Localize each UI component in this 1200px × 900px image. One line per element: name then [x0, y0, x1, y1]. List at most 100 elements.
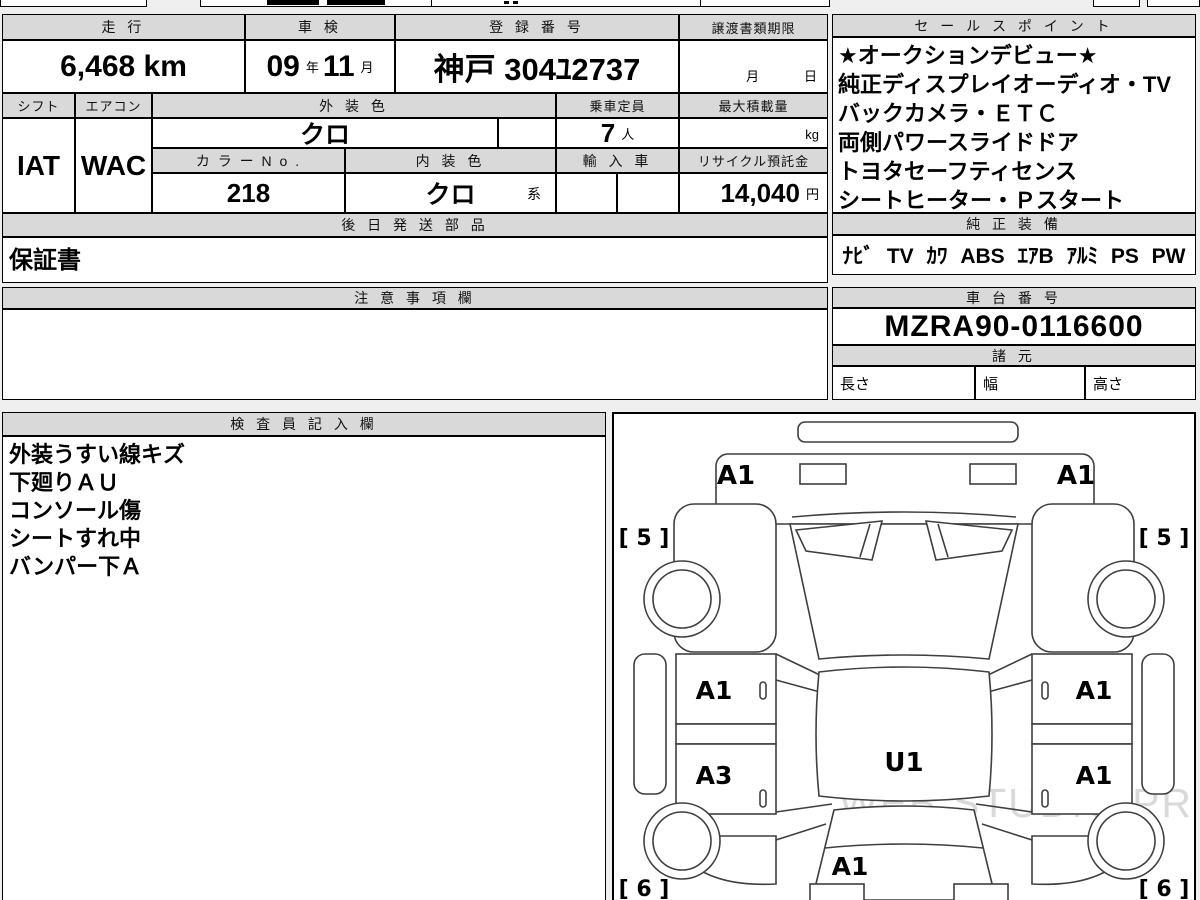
later-parts-header: 後 日 発 送 部 品	[2, 213, 828, 237]
tire-grade-front-right: [ 5 ]	[1139, 526, 1190, 551]
door-handle-front-right	[1041, 681, 1049, 700]
clipped-cell	[431, 0, 701, 7]
clipped-cell	[200, 0, 432, 7]
color-no-header: カ ラ ー N o .	[152, 148, 345, 173]
max-load-header: 最大積載量	[679, 93, 828, 118]
aircon-header-label: エアコン	[85, 99, 142, 114]
max-load-value: kg	[679, 118, 828, 148]
tire-grade-rear-right: [ 6 ]	[1139, 877, 1190, 900]
inspection-header: 車 検	[245, 14, 395, 40]
spec-length-cell: 長さ	[832, 366, 975, 400]
interior-color-value: クロ 系	[345, 173, 556, 213]
import-car-header-label: 輸 入 車	[582, 152, 653, 169]
rear-bumper-left	[809, 883, 865, 900]
inspector-note-line: バンパー下Ａ	[9, 554, 143, 579]
mileage-text: 6,468 km	[60, 49, 187, 83]
exterior-color-text: クロ	[299, 121, 350, 148]
transfer-deadline-header-label: 譲渡書類期限	[711, 20, 796, 36]
inspector-note-line: コンソール傷	[9, 498, 142, 523]
damage-label-door-rear-left: A3	[696, 761, 733, 790]
car-top-view-diagram: A1 A1 [ 5 ] [ 5 ] A1 A1 A3 A1 U1 A1 [ 6 …	[619, 421, 1190, 900]
transfer-month-unit: 月	[745, 69, 759, 84]
specs-header: 諸 元	[832, 345, 1196, 366]
door-handle-rear-right	[1041, 789, 1049, 808]
import-car-header: 輸 入 車	[556, 148, 679, 173]
clipped-text-fragment	[504, 1, 509, 4]
caution-header: 注 意 事 項 欄	[2, 287, 828, 309]
spec-height-cell: 高さ	[1085, 366, 1196, 400]
side-rail-left	[633, 653, 667, 795]
registration-value: 神戸 304ﾕ2737	[395, 40, 679, 93]
interior-color-suffix: 系	[527, 186, 541, 202]
rear-bumper-right	[953, 883, 1009, 900]
inspector-note-line: 外装うすい線キズ	[9, 442, 186, 467]
spec-height-label: 高さ	[1093, 375, 1124, 393]
inspector-note-line: 下廻りＡＵ	[9, 470, 120, 495]
inspection-month-unit: 月	[360, 60, 374, 75]
damage-label-front-left: A1	[717, 461, 755, 491]
equipment-body: ﾅﾋﾞ TV ｶﾜ ABS ｴｱB ｱﾙﾐ PS PW	[832, 235, 1196, 275]
door-belt-right	[1031, 723, 1133, 745]
interior-color-header: 内 装 色	[345, 148, 556, 173]
clipped-cell	[1093, 0, 1140, 7]
clipped-cell	[700, 0, 830, 7]
door-handle-rear-left	[759, 789, 767, 808]
capacity-value: 7 人	[556, 118, 679, 148]
roof-panel	[815, 666, 993, 802]
inspection-year: 09	[266, 49, 300, 83]
damage-label-door-front-left: A1	[696, 676, 733, 705]
damage-label-front-right: A1	[1057, 461, 1095, 491]
clipped-cell	[0, 0, 147, 7]
caution-header-label: 注 意 事 項 欄	[354, 290, 476, 306]
caution-body	[2, 309, 828, 400]
wheel-rear-left-inner	[652, 811, 712, 871]
mileage-value: 6,468 km	[2, 40, 245, 93]
exterior-color-value: クロ	[152, 118, 498, 148]
door-belt-left	[675, 723, 777, 745]
aircon-text: WAC	[80, 149, 147, 181]
spec-width-label: 幅	[983, 375, 999, 393]
tire-grade-rear-left: [ 6 ]	[619, 877, 670, 900]
damage-label-rear-gate: A1	[832, 852, 869, 881]
clipped-text-fragment	[267, 0, 319, 5]
registration-header-label: 登 録 番 号	[489, 19, 585, 35]
chassis-text: MZRA90-0116600	[884, 309, 1144, 343]
exterior-color-header-label: 外 装 色	[319, 97, 389, 114]
auction-sheet: 走 行 車 検 登 録 番 号 譲渡書類期限 6,468 km 09 年 11 …	[0, 0, 1200, 900]
capacity-header-label: 乗車定員	[589, 99, 646, 114]
recycle-fee-header-label: リサイクル預託金	[697, 154, 810, 169]
shift-value: IAT	[2, 118, 75, 213]
damage-label-door-rear-right: A1	[1076, 761, 1113, 790]
sales-point-line: 純正ディスプレイオーディオ・TV	[838, 72, 1172, 97]
spec-length-label: 長さ	[840, 375, 871, 393]
inspection-year-unit: 年	[305, 60, 319, 75]
transfer-day-unit: 日	[803, 69, 817, 84]
clipped-cell	[1147, 0, 1200, 7]
chassis-value: MZRA90-0116600	[832, 308, 1196, 345]
clipped-text-fragment	[327, 0, 385, 5]
clipped-text-fragment	[513, 1, 518, 4]
transfer-deadline-header: 譲渡書類期限	[679, 14, 828, 40]
inspector-note-line: シートすれ中	[9, 526, 142, 551]
sales-point-line: バックカメラ・ＥＴＣ	[838, 101, 1059, 126]
inspection-value: 09 年 11 月	[245, 40, 395, 93]
door-handle-front-left	[759, 681, 767, 700]
shift-header: シフト	[2, 93, 75, 118]
front-bumper	[797, 421, 1019, 443]
damage-label-door-front-right: A1	[1076, 676, 1113, 705]
max-load-unit: kg	[805, 127, 819, 142]
color-no-value: 218	[152, 173, 345, 213]
sales-points-header: セ ー ル ス ポ イ ン ト	[832, 14, 1196, 37]
inspector-header: 検 査 員 記 入 欄	[2, 412, 606, 436]
chassis-header: 車 台 番 号	[832, 287, 1196, 308]
exterior-color-header: 外 装 色	[152, 93, 556, 118]
recycle-fee-unit: 円	[805, 186, 819, 202]
capacity-unit: 人	[621, 126, 635, 142]
inspection-header-label: 車 検	[298, 19, 342, 35]
inspection-month: 11	[322, 49, 355, 83]
inspector-header-label: 検 査 員 記 入 欄	[230, 416, 378, 432]
aircon-header: エアコン	[75, 93, 152, 118]
import-car-cell-right	[617, 173, 679, 213]
later-parts-value: 保証書	[2, 237, 828, 283]
damage-diagram-box: WEB STUDIO.PRO A1 A1 [5] [5] A1 A1 A…	[612, 412, 1196, 900]
